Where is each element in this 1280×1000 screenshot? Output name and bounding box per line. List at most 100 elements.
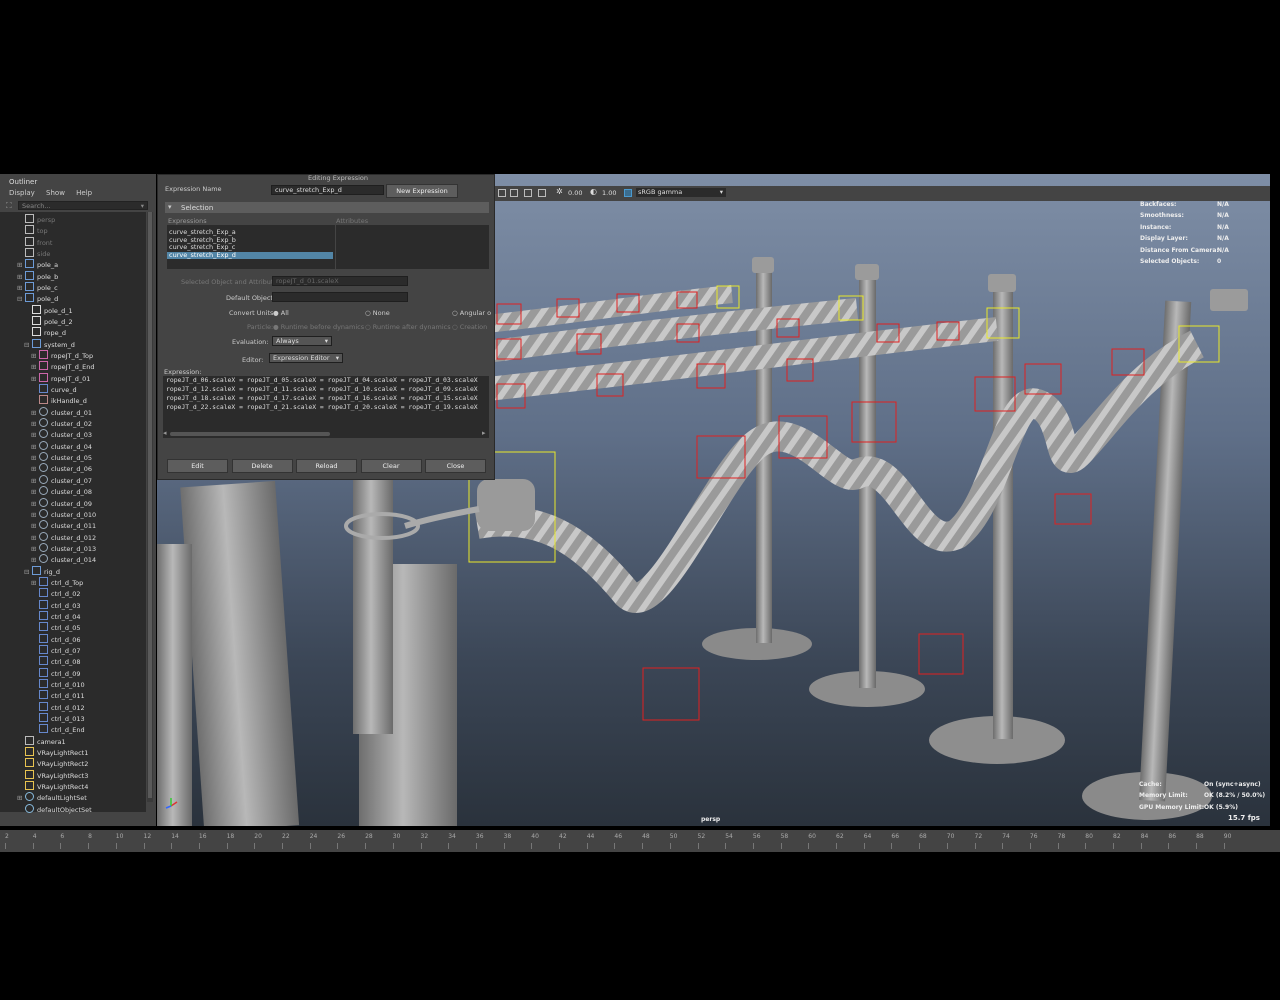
outliner-item[interactable]: ⊟ rig_d (24, 565, 60, 577)
expand-icon[interactable]: ⊞ (31, 521, 37, 532)
expand-icon[interactable]: ⊞ (31, 555, 37, 566)
attributes-list[interactable] (336, 225, 489, 269)
close-button[interactable]: Close (425, 459, 486, 473)
colorspace-icon[interactable] (624, 189, 632, 197)
outliner-scrollbar[interactable] (147, 212, 153, 802)
outliner-item[interactable]: ctrl_d_010 (31, 678, 85, 690)
grid-icon[interactable] (498, 189, 506, 197)
outliner-item[interactable]: ctrl_d_012 (31, 701, 85, 713)
outliner-item[interactable]: ⊞ cluster_d_09 (31, 497, 92, 509)
colorspace-dropdown[interactable]: sRGB gamma ▾ (636, 188, 726, 197)
expand-icon[interactable]: ⊞ (31, 374, 37, 385)
outliner-item[interactable]: ⊞ cluster_d_03 (31, 429, 92, 440)
expand-icon[interactable]: ⊞ (31, 408, 37, 419)
new-expression-button[interactable]: New Expression (386, 184, 458, 198)
expand-icon[interactable]: ⊞ (31, 430, 37, 441)
expressions-list[interactable]: curve_stretch_Exp_a curve_stretch_Exp_b cu… (167, 225, 335, 269)
outliner-item[interactable]: ⊞ defaultLightSet (17, 792, 87, 803)
outliner-item[interactable]: pole_d_1 (24, 304, 73, 316)
particle-after-radio[interactable]: ○ Runtime after dynamics (365, 323, 451, 331)
outliner-item[interactable]: defaultObjectSet (17, 803, 92, 815)
evaluation-dropdown[interactable]: Always ▾ (272, 336, 332, 346)
gamma-icon[interactable]: ◐ (590, 187, 597, 196)
particle-creation-radio[interactable]: ○ Creation (452, 323, 487, 331)
outliner-item[interactable]: persp (17, 214, 55, 225)
outliner-item[interactable]: ctrl_d_013 (31, 712, 85, 724)
outliner-item[interactable]: rope_d (24, 327, 66, 338)
expand-icon[interactable]: ⊞ (17, 283, 23, 294)
reload-button[interactable]: Reload (296, 459, 357, 473)
outliner-item[interactable]: VRayLightRect4 (17, 781, 88, 792)
selected-attr-field[interactable]: ropeJT_d_01.scaleX (272, 276, 408, 286)
expand-icon[interactable]: ⊞ (31, 578, 37, 589)
expand-icon[interactable]: ⊞ (31, 453, 37, 464)
expression-name-field[interactable]: curve_stretch_Exp_d (271, 185, 384, 195)
time-slider[interactable]: 2 4 6 8 10 12 14 16 18 20 22 24 26 28 30 32 34 36 38 40 42 44… (0, 830, 1280, 852)
menu-help[interactable]: Help (76, 189, 92, 197)
xray-icon[interactable] (524, 189, 532, 197)
outliner-item[interactable]: pole_d_2 (24, 316, 73, 327)
scroll-right-icon[interactable]: ▸ (482, 429, 486, 437)
outliner-item[interactable]: front (17, 236, 52, 248)
outliner-item[interactable]: ⊞ cluster_d_05 (31, 452, 92, 463)
outliner-item[interactable]: side (17, 248, 50, 259)
exposure-value[interactable]: 0.00 (568, 189, 582, 197)
expand-icon[interactable]: ⊞ (31, 487, 37, 498)
expand-icon[interactable]: ⊞ (17, 272, 23, 283)
outliner-item[interactable]: ctrl_d_End (31, 724, 85, 735)
delete-button[interactable]: Delete (231, 459, 293, 473)
outliner-item[interactable]: VRayLightRect1 (17, 746, 88, 758)
scroll-left-icon[interactable]: ◂ (163, 429, 167, 437)
gamma-value[interactable]: 1.00 (602, 189, 616, 197)
outliner-item[interactable]: ctrl_d_08 (31, 656, 81, 667)
default-object-field[interactable] (272, 292, 408, 302)
collapse-icon[interactable]: ⊟ (17, 294, 23, 305)
outliner-item[interactable]: ⊞ cluster_d_01 (31, 406, 92, 419)
outliner-item[interactable]: ⊞ pole_a (17, 259, 58, 270)
expand-icon[interactable]: ⊞ (31, 476, 37, 487)
filter-icon[interactable]: ⛶ (6, 201, 15, 210)
outliner-item[interactable]: ⊞ cluster_d_04 (31, 440, 92, 452)
isolate-icon[interactable] (538, 189, 546, 197)
outliner-item[interactable]: ⊞ cluster_d_07 (31, 474, 92, 487)
editor-dropdown[interactable]: Expression Editor ▾ (269, 353, 343, 363)
collapse-icon[interactable]: ⊟ (24, 340, 30, 351)
menu-show[interactable]: Show (46, 189, 65, 197)
outliner-item[interactable]: ⊞ cluster_d_06 (31, 463, 92, 474)
outliner-item[interactable]: ⊞ cluster_d_014 (31, 554, 96, 565)
outliner-item[interactable]: ⊞ cluster_d_08 (31, 486, 92, 497)
outliner-item[interactable]: ⊞ pole_c (17, 282, 58, 293)
outliner-item[interactable]: ctrl_d_06 (31, 633, 81, 645)
outliner-item[interactable]: VRayLightRect3 (17, 769, 88, 781)
scrollbar-thumb[interactable] (148, 212, 152, 798)
expression-code-area[interactable]: ropeJT_d_06.scaleX = ropeJT_d_05.scaleX … (163, 376, 489, 438)
outliner-item[interactable]: ctrl_d_05 (31, 622, 81, 633)
expand-icon[interactable]: ⊞ (31, 464, 37, 475)
outliner-item[interactable]: ⊞ cluster_d_011 (31, 520, 96, 531)
convert-all-radio[interactable]: ● All (273, 309, 289, 317)
expression-list-item[interactable]: curve_stretch_Exp_c (167, 244, 333, 251)
outliner-item[interactable]: ⊞ cluster_d_010 (31, 508, 96, 520)
expression-list-item[interactable]: curve_stretch_Exp_a (167, 229, 333, 236)
outliner-item[interactable]: ⊞ cluster_d_013 (31, 542, 96, 554)
expand-icon[interactable]: ⊞ (31, 362, 37, 373)
edit-button[interactable]: Edit (167, 459, 228, 473)
outliner-item[interactable]: ctrl_d_02 (31, 588, 81, 599)
outliner-item[interactable]: ctrl_d_04 (31, 610, 81, 622)
outliner-item[interactable]: ⊞ cluster_d_012 (31, 531, 96, 544)
outliner-item[interactable]: camera1 (17, 735, 66, 747)
outliner-item[interactable]: ⊞ pole_b (17, 270, 58, 283)
outliner-item[interactable]: ctrl_d_03 (31, 599, 81, 611)
outliner-search-input[interactable]: Search... ▾ (18, 201, 148, 210)
wireframe-icon[interactable] (510, 189, 518, 197)
convert-none-radio[interactable]: ○ None (365, 309, 390, 317)
outliner-item[interactable]: VRayLightRect2 (17, 758, 88, 769)
outliner-item[interactable]: ⊟ system_d (24, 338, 75, 351)
expand-icon[interactable]: ⊞ (31, 533, 37, 544)
outliner-item[interactable]: curve_d (31, 384, 77, 395)
exposure-icon[interactable]: ✲ (556, 187, 563, 196)
outliner-item[interactable]: ⊞ ropeJT_d_01 (31, 372, 90, 385)
expand-icon[interactable]: ⊞ (31, 419, 37, 430)
outliner-item[interactable]: ⊞ ropeJT_d_End (31, 361, 95, 372)
particle-before-radio[interactable]: ● Runtime before dynamics (273, 323, 364, 331)
